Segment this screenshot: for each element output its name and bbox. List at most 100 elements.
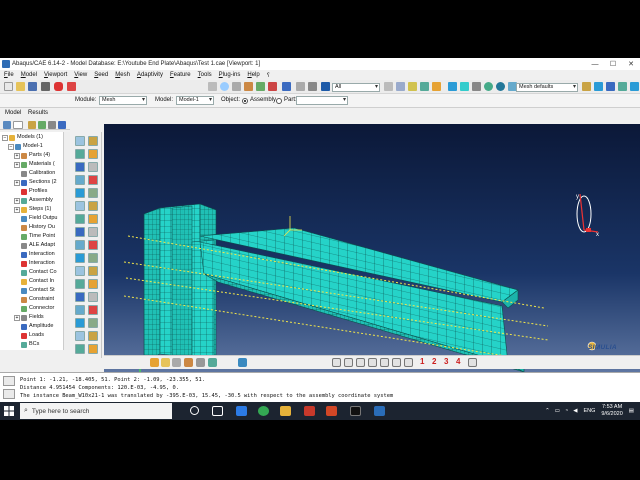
mesh-tool-icon[interactable]: [88, 214, 98, 224]
tree-item[interactable]: + Parts (4): [14, 151, 50, 160]
tree-icon-a[interactable]: [28, 121, 36, 129]
minimize-button[interactable]: —: [586, 58, 604, 70]
render-wire-icon[interactable]: [448, 82, 457, 91]
mesh-tool-icon[interactable]: [88, 279, 98, 289]
menu-viewport[interactable]: Viewport: [44, 72, 67, 78]
notification-icon[interactable]: ▤: [629, 408, 634, 414]
mesh-tool-icon[interactable]: [75, 201, 85, 211]
mesh-tool-icon[interactable]: [75, 188, 85, 198]
view-show-icon[interactable]: [208, 358, 217, 367]
expand-toggle-icon[interactable]: +: [14, 197, 20, 204]
mesh-tool-icon[interactable]: [75, 344, 85, 354]
mesh-tool-icon[interactable]: [88, 292, 98, 302]
mesh-tool-icon[interactable]: [88, 227, 98, 237]
zoom-box-icon[interactable]: [244, 82, 253, 91]
expand-toggle-icon[interactable]: +: [14, 152, 20, 159]
expand-toggle-icon[interactable]: +: [14, 206, 20, 213]
magnify-icon[interactable]: [232, 82, 241, 91]
expand-toggle-icon[interactable]: +: [14, 161, 20, 168]
mesh-tool-icon[interactable]: [88, 266, 98, 276]
tree-item[interactable]: + Sections (2: [14, 178, 57, 187]
rotate-icon[interactable]: [220, 82, 229, 91]
tree-item[interactable]: Contact In: [14, 277, 54, 286]
tree-item[interactable]: + Assembly: [14, 196, 53, 205]
expand-toggle-icon[interactable]: +: [14, 179, 20, 186]
message-tab-icon[interactable]: [3, 376, 15, 386]
show-hidden-icon[interactable]: ⌃: [545, 408, 550, 414]
view-top-icon[interactable]: [172, 358, 181, 367]
mesh-tool-icon[interactable]: [88, 201, 98, 211]
mesh-tool-icon[interactable]: [75, 214, 85, 224]
expand-toggle-icon[interactable]: −: [2, 134, 8, 141]
tree-item[interactable]: Calibration: [14, 169, 55, 178]
view-select-icon[interactable]: [184, 358, 193, 367]
mesh-tool-icon[interactable]: [75, 227, 85, 237]
mesh-tool-icon[interactable]: [88, 331, 98, 341]
selection-options-icon[interactable]: [384, 82, 393, 91]
tree-filter-icon[interactable]: [3, 121, 11, 129]
part-select[interactable]: [296, 96, 348, 105]
menu-seed[interactable]: Seed: [94, 72, 108, 78]
pan-icon[interactable]: [208, 82, 217, 91]
view-3-button[interactable]: 3: [444, 357, 448, 366]
edge-browser-icon[interactable]: [236, 406, 247, 416]
view-save-icon[interactable]: [468, 358, 477, 367]
color-code-icon[interactable]: [432, 82, 441, 91]
mesh-tool-icon[interactable]: [75, 292, 85, 302]
mesh-tool-icon[interactable]: [75, 136, 85, 146]
taskbar-search-input[interactable]: ⌕ Type here to search: [20, 403, 172, 419]
volume-icon[interactable]: ◀: [573, 408, 577, 414]
tree-model-select[interactable]: [13, 121, 23, 129]
tree-item[interactable]: Amplitude: [14, 322, 53, 331]
perspective-icon[interactable]: [484, 82, 493, 91]
expand-toggle-icon[interactable]: +: [14, 314, 20, 321]
mesh-tool-icon[interactable]: [75, 162, 85, 172]
query-icon[interactable]: [54, 82, 63, 91]
mesh-tool-icon[interactable]: [75, 305, 85, 315]
color-code-select[interactable]: Mesh defaults: [516, 83, 578, 92]
terminal-icon[interactable]: [350, 406, 361, 416]
close-button[interactable]: ✕: [622, 58, 640, 70]
tree-item[interactable]: Field Outpu: [14, 214, 57, 223]
view-4-button[interactable]: 4: [456, 357, 460, 366]
mesh-tool-icon[interactable]: [75, 240, 85, 250]
cancel-icon[interactable]: [67, 82, 76, 91]
tree-item[interactable]: + Materials (: [14, 160, 55, 169]
tree-item[interactable]: Connector: [14, 304, 54, 313]
task-view-icon[interactable]: [212, 406, 223, 416]
python-tab-icon[interactable]: [3, 389, 15, 399]
mesh-tool-icon[interactable]: [75, 253, 85, 263]
windows-start-icon[interactable]: [4, 406, 14, 416]
view-iso-g-icon[interactable]: [404, 358, 413, 367]
tree-item[interactable]: − Models (1): [2, 133, 43, 142]
menu-plugins[interactable]: Plug-ins: [219, 72, 241, 78]
beam-mesh[interactable]: [199, 227, 525, 373]
mesh-tool-icon[interactable]: [75, 266, 85, 276]
color-palette-icon[interactable]: [582, 82, 591, 91]
tab-results[interactable]: Results: [28, 110, 48, 116]
powerpoint-icon[interactable]: [304, 406, 315, 416]
mesh-tool-icon[interactable]: [88, 240, 98, 250]
view-front-icon[interactable]: [150, 358, 159, 367]
mesh-tool-icon[interactable]: [75, 175, 85, 185]
tree-item[interactable]: History Ou: [14, 223, 55, 232]
clock[interactable]: 7:53 AM 9/6/2020: [601, 404, 622, 418]
partition-icon[interactable]: [420, 82, 429, 91]
select-box-icon[interactable]: [396, 82, 405, 91]
mesh-tool-icon[interactable]: [75, 279, 85, 289]
mesh-tool-icon[interactable]: [88, 149, 98, 159]
expand-toggle-icon[interactable]: −: [8, 143, 14, 150]
abaqus-taskbar-icon[interactable]: [374, 406, 385, 416]
view-iso-b-icon[interactable]: [344, 358, 353, 367]
tree-scrollbar[interactable]: [63, 132, 70, 350]
file-explorer-icon[interactable]: [280, 406, 291, 416]
mesh-tool-icon[interactable]: [75, 318, 85, 328]
mesh-tool-icon[interactable]: [88, 318, 98, 328]
toolbar-icon-b[interactable]: [618, 82, 627, 91]
menu-mesh[interactable]: Mesh: [115, 72, 130, 78]
menu-file[interactable]: File: [4, 72, 14, 78]
toolbar-icon-a[interactable]: [606, 82, 615, 91]
info-icon[interactable]: [496, 82, 505, 91]
language-indicator[interactable]: ENG: [583, 408, 595, 414]
mesh-tool-icon[interactable]: [88, 136, 98, 146]
